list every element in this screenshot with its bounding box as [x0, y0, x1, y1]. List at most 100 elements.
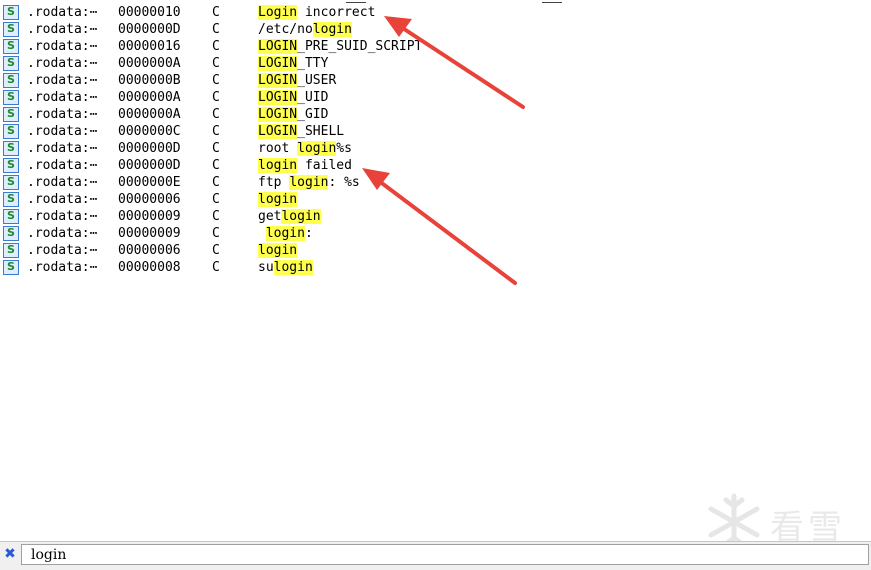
match-highlight: login [258, 158, 298, 173]
length-cell: 0000000D [118, 141, 181, 156]
string-cell: LOGIN_SHELL [258, 123, 344, 140]
string-cell: login [258, 242, 298, 259]
type-cell: C [212, 107, 220, 122]
type-cell: C [212, 260, 220, 275]
string-text: : %s [328, 175, 360, 190]
list-item[interactable]: .rodata:⋯ 00000010 C Login incorrect [0, 4, 600, 21]
string-s-icon [3, 260, 19, 275]
match-highlight: login [289, 175, 329, 190]
segment-cell: .rodata:⋯ [27, 90, 98, 105]
list-item[interactable]: .rodata:⋯ 0000000D Croot login%s [0, 140, 600, 157]
length-cell: 0000000A [118, 107, 181, 122]
match-highlight: login [258, 243, 298, 258]
string-s-icon [3, 107, 19, 122]
match-highlight: login [258, 192, 298, 207]
list-item[interactable]: .rodata:⋯ 0000000D C/etc/nologin [0, 21, 600, 38]
type-cell: C [212, 209, 220, 224]
type-cell: C [212, 226, 220, 241]
length-cell: 00000016 [118, 39, 181, 54]
string-text: _GID [297, 107, 329, 122]
string-s-icon [3, 209, 19, 224]
segment-cell: .rodata:⋯ [27, 192, 98, 207]
type-cell: C [212, 73, 220, 88]
string-cell: root login%s [258, 140, 352, 157]
type-cell: C [212, 141, 220, 156]
match-highlight: login [265, 226, 305, 241]
string-s-icon [3, 175, 19, 190]
length-cell: 0000000A [118, 56, 181, 71]
type-cell: C [212, 175, 220, 190]
string-s-icon [3, 158, 19, 173]
match-highlight: login [297, 141, 337, 156]
length-cell: 00000006 [118, 243, 181, 258]
list-item[interactable]: .rodata:⋯ 00000009 C login: [0, 225, 600, 242]
list-item[interactable]: .rodata:⋯ 0000000E Cftp login: %s [0, 174, 600, 191]
search-bar: ✖ [0, 541, 871, 570]
segment-cell: .rodata:⋯ [27, 124, 98, 139]
segment-cell: .rodata:⋯ [27, 39, 98, 54]
list-item[interactable]: .rodata:⋯ 00000016 C LOGIN_PRE_SUID_SCRIPT [0, 38, 600, 55]
type-cell: C [212, 90, 220, 105]
list-item[interactable]: .rodata:⋯ 0000000B C LOGIN_USER [0, 72, 600, 89]
list-item[interactable]: .rodata:⋯ 0000000A C LOGIN_TTY [0, 55, 600, 72]
string-cell: LOGIN_USER [258, 72, 336, 89]
string-cell: login: [258, 225, 313, 242]
type-cell: C [212, 192, 220, 207]
list-item[interactable]: .rodata:⋯ 00000009 Cgetlogin [0, 208, 600, 225]
list-item[interactable]: .rodata:⋯ 0000000C C LOGIN_SHELL [0, 123, 600, 140]
type-cell: C [212, 243, 220, 258]
segment-cell: .rodata:⋯ [27, 209, 98, 224]
list-item[interactable]: .rodata:⋯ 0000000A C LOGIN_GID [0, 106, 600, 123]
string-cell: login [258, 191, 298, 208]
length-cell: 0000000D [118, 158, 181, 173]
string-text: _PRE_SUID_SCRIPT [297, 39, 423, 54]
list-item[interactable]: .rodata:⋯ 00000008 Csulogin [0, 259, 600, 276]
string-cell: LOGIN_TTY [258, 55, 328, 72]
string-s-icon [3, 90, 19, 105]
list-item[interactable]: .rodata:⋯ 00000006 Clogin [0, 242, 600, 259]
segment-cell: .rodata:⋯ [27, 73, 98, 88]
length-cell: 0000000D [118, 22, 181, 37]
segment-cell: .rodata:⋯ [27, 22, 98, 37]
segment-cell: .rodata:⋯ [27, 107, 98, 122]
string-text: failed [297, 158, 352, 173]
segment-cell: .rodata:⋯ [27, 158, 98, 173]
string-s-icon [3, 73, 19, 88]
string-text: get [258, 209, 282, 224]
string-s-icon [3, 5, 19, 20]
segment-cell: .rodata:⋯ [27, 243, 98, 258]
string-s-icon [3, 56, 19, 71]
string-s-icon [3, 226, 19, 241]
clipped-row-top [258, 0, 578, 3]
string-text: _TTY [297, 56, 329, 71]
segment-cell: .rodata:⋯ [27, 5, 98, 20]
type-cell: C [212, 5, 220, 20]
string-cell: LOGIN_PRE_SUID_SCRIPT [258, 38, 422, 55]
match-highlight: LOGIN [258, 90, 298, 105]
match-highlight: Login [258, 5, 298, 20]
type-cell: C [212, 124, 220, 139]
string-cell: sulogin [258, 259, 313, 276]
list-item[interactable]: .rodata:⋯ 00000006 Clogin [0, 191, 600, 208]
string-cell: /etc/nologin [258, 21, 352, 38]
string-text: %s [336, 141, 352, 156]
string-cell: LOGIN_GID [258, 106, 328, 123]
match-highlight: login [273, 260, 313, 275]
length-cell: 00000010 [118, 5, 181, 20]
search-input[interactable] [21, 544, 869, 565]
segment-cell: .rodata:⋯ [27, 260, 98, 275]
list-item[interactable]: .rodata:⋯ 0000000A C LOGIN_UID [0, 89, 600, 106]
type-cell: C [212, 39, 220, 54]
string-text: /etc/no [258, 22, 313, 37]
type-cell: C [212, 158, 220, 173]
length-cell: 00000009 [118, 226, 181, 241]
string-text: : [304, 226, 313, 241]
list-item[interactable]: .rodata:⋯ 0000000D Clogin failed [0, 157, 600, 174]
type-cell: C [212, 56, 220, 71]
string-text: _SHELL [297, 124, 345, 139]
length-cell: 00000009 [118, 209, 181, 224]
segment-cell: .rodata:⋯ [27, 175, 98, 190]
match-highlight: LOGIN [258, 73, 298, 88]
close-x-icon[interactable]: ✖ [3, 547, 17, 561]
string-text: incorrect [297, 5, 376, 20]
